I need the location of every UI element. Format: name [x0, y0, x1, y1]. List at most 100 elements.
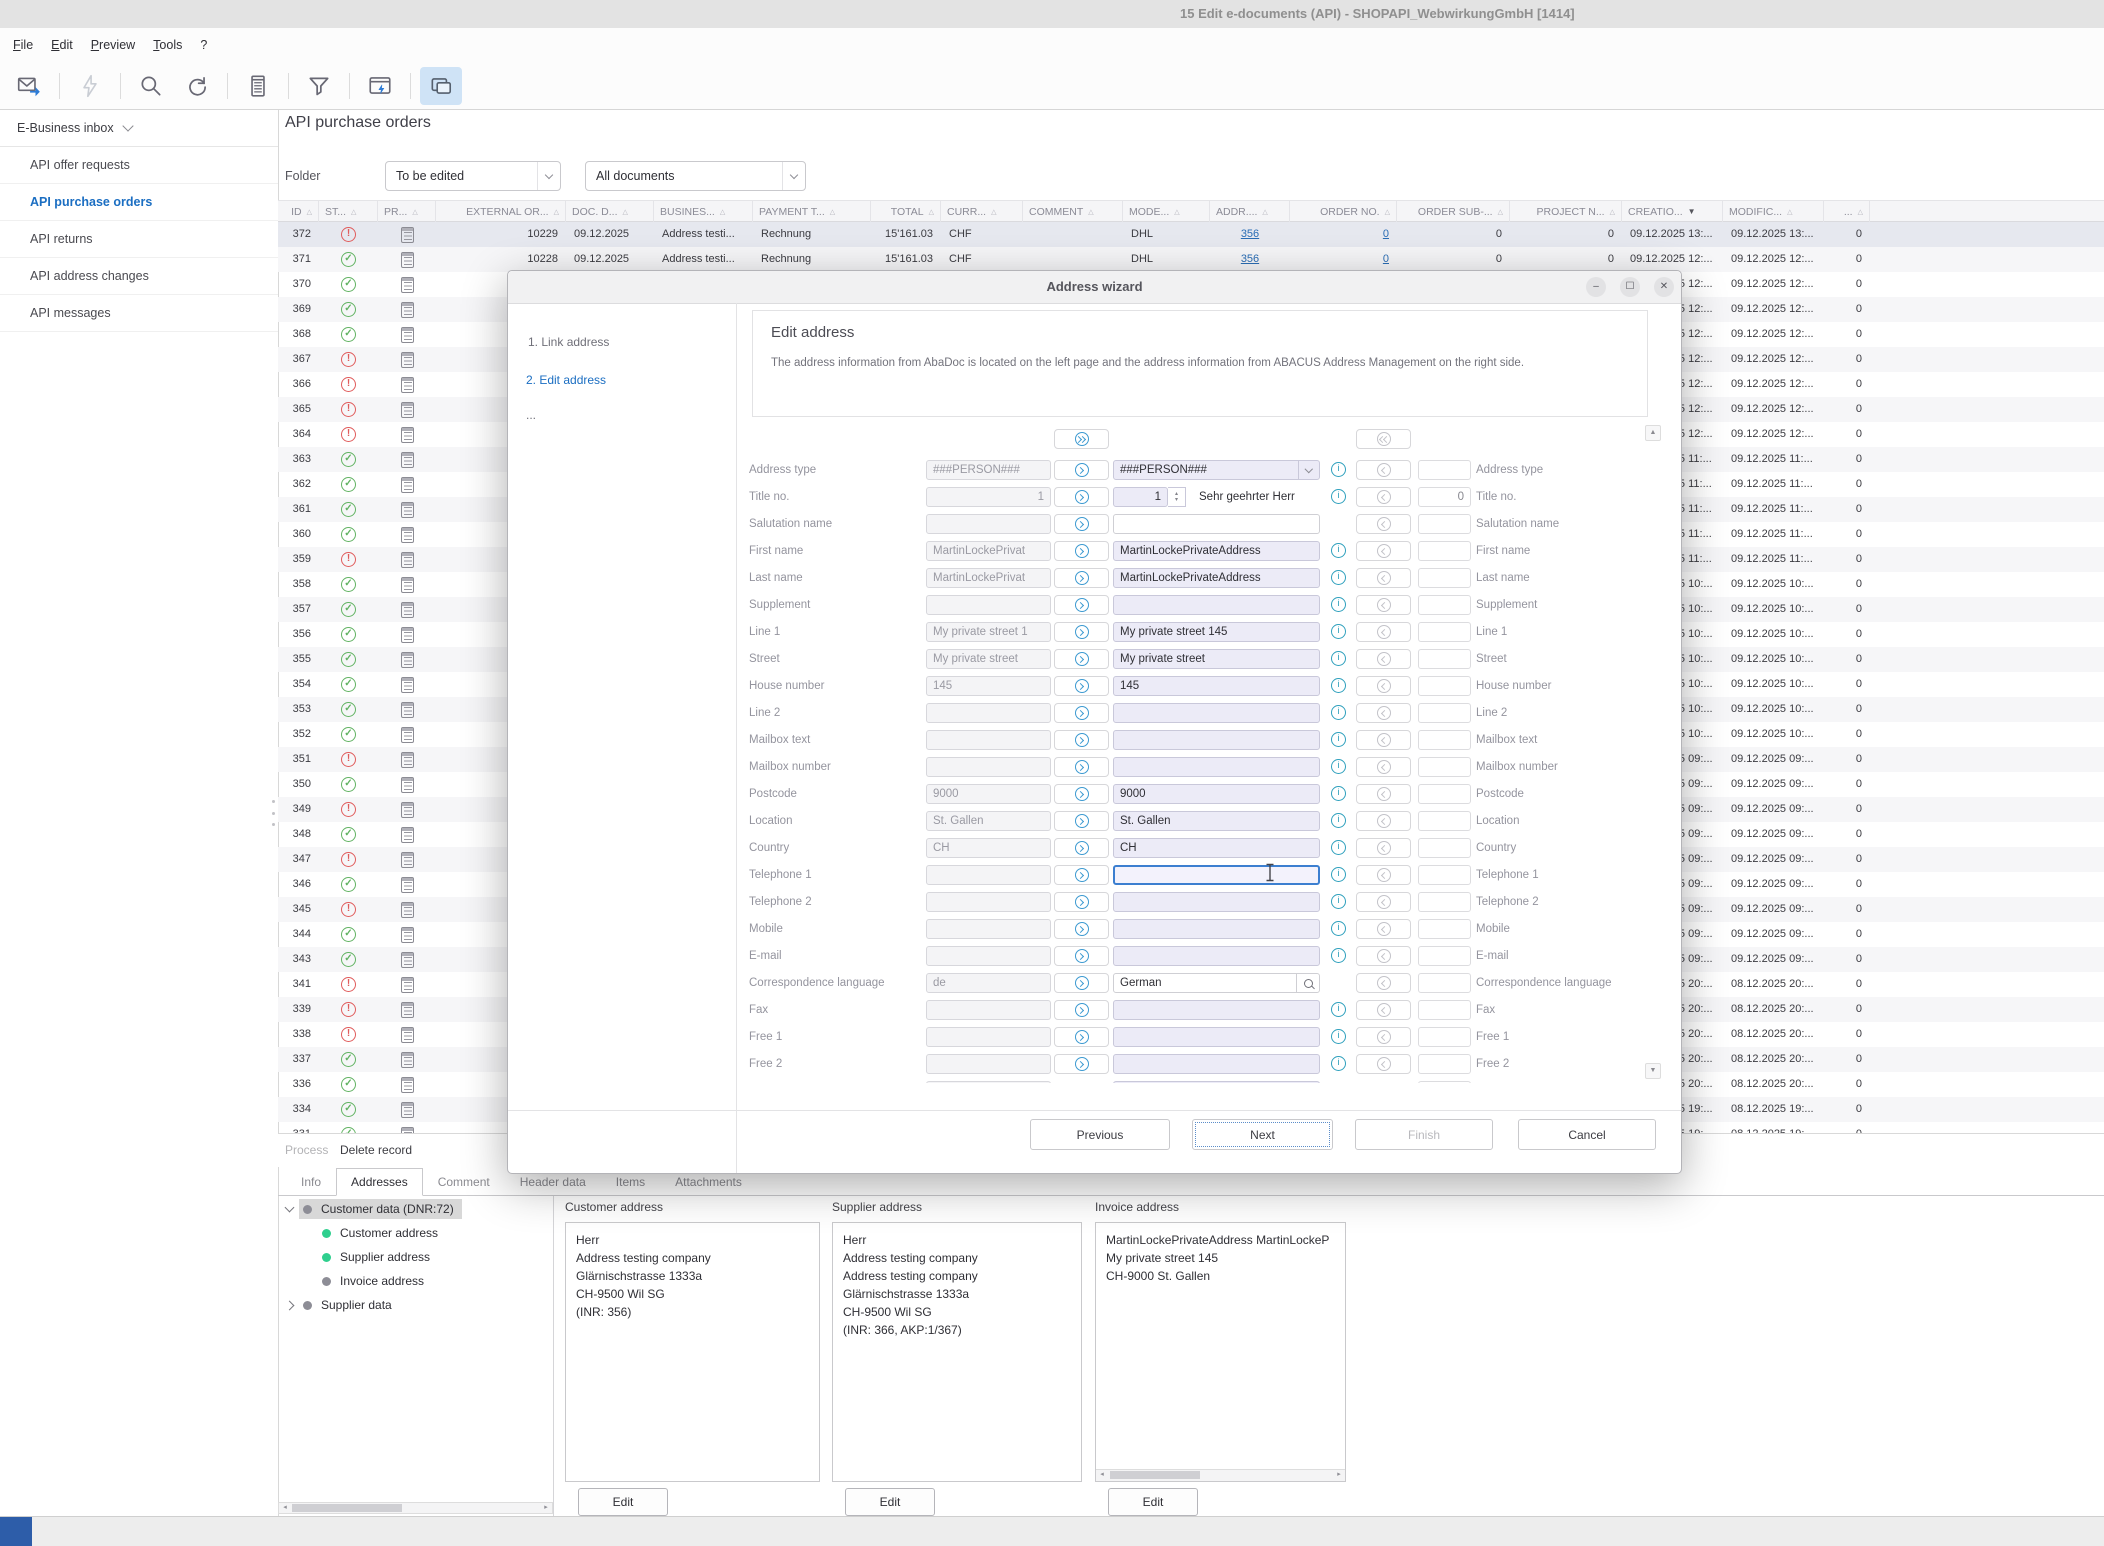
column-header-currency[interactable]: CURR...△ — [941, 201, 1023, 222]
cell-order_no[interactable]: 0 — [1290, 222, 1397, 247]
info-icon[interactable]: i — [1331, 732, 1346, 747]
send-mail-button[interactable] — [8, 67, 50, 105]
transfer-left-button[interactable] — [1356, 892, 1411, 912]
scroll-right-icon[interactable]: ▸ — [1333, 1470, 1345, 1480]
mapping-telephone-1-field[interactable] — [1418, 865, 1471, 885]
column-header-business[interactable]: BUSINES...△ — [654, 201, 753, 222]
info-icon[interactable]: i — [1331, 651, 1346, 666]
table-row-372[interactable]: 372!1022909.12.2025Address testi...Rechn… — [278, 222, 2104, 247]
edit-supplier-address-button[interactable]: Edit — [845, 1488, 935, 1516]
abadoc-telephone-1-field[interactable] — [926, 865, 1051, 885]
transfer-left-button[interactable] — [1356, 487, 1411, 507]
info-icon[interactable]: i — [1331, 813, 1346, 828]
search-button[interactable] — [130, 67, 172, 105]
tree-horizontal-scrollbar[interactable]: ◂ ▸ — [278, 1502, 553, 1514]
transfer-left-button[interactable] — [1356, 838, 1411, 858]
abadoc-mobile-field[interactable] — [926, 919, 1051, 939]
abacus-country-field[interactable]: CH — [1113, 838, 1320, 858]
abacus-house-number-field[interactable]: 145 — [1113, 676, 1320, 696]
column-header-order_no[interactable]: ORDER NO.△ — [1290, 201, 1397, 222]
search-icon[interactable] — [1296, 974, 1319, 992]
sidebar-item-api-offer-requests[interactable]: API offer requests — [0, 147, 278, 184]
scroll-down-button[interactable]: ▼ — [1645, 1063, 1661, 1079]
abadoc-free-2-field[interactable] — [926, 1054, 1051, 1074]
abadoc-address-type-field[interactable]: ###PERSON### — [926, 460, 1051, 480]
mapping-first-name-field[interactable] — [1418, 541, 1471, 561]
scroll-right-icon[interactable]: ▸ — [540, 1503, 552, 1513]
tree-item-customer-address[interactable]: Customer address — [298, 1222, 446, 1244]
column-header-status[interactable]: ST...△ — [319, 201, 378, 222]
tab-info[interactable]: Info — [286, 1168, 336, 1196]
abacus-e-mail-field[interactable] — [1113, 946, 1320, 966]
mapping-mailbox-text-field[interactable] — [1418, 730, 1471, 750]
mapping-mailbox-number-field[interactable] — [1418, 757, 1471, 777]
dialog-maximize-button[interactable]: ☐ — [1620, 277, 1640, 297]
mapping-line-1-field[interactable] — [1418, 622, 1471, 642]
abacus-telephone-1-field[interactable] — [1113, 865, 1320, 885]
transfer-left-button[interactable] — [1356, 919, 1411, 939]
menu-item-preview[interactable]: Preview — [82, 33, 144, 57]
column-header-mode[interactable]: MODE...△ — [1123, 201, 1210, 222]
transfer-right-button[interactable] — [1054, 892, 1109, 912]
sidebar-item-api-returns[interactable]: API returns — [0, 221, 278, 258]
transfer-all-left-button[interactable] — [1356, 429, 1411, 449]
transfer-left-button[interactable] — [1356, 541, 1411, 561]
wizard-step-2-edit-address[interactable]: 2. Edit address — [526, 373, 606, 387]
scroll-left-icon[interactable]: ◂ — [279, 1503, 291, 1513]
transfer-left-button[interactable] — [1356, 676, 1411, 696]
abacus-line-2-field[interactable] — [1113, 703, 1320, 723]
transfer-right-button[interactable] — [1054, 568, 1109, 588]
chevron-down-icon[interactable] — [1298, 461, 1319, 479]
tree-item-invoice-address[interactable]: Invoice address — [298, 1270, 432, 1292]
next-button[interactable]: Next — [1192, 1119, 1333, 1150]
dialog-minimize-button[interactable]: – — [1586, 277, 1606, 297]
column-header-modified[interactable]: MODIFIC...△ — [1723, 201, 1824, 222]
tree-item-supplier-address[interactable]: Supplier address — [298, 1246, 438, 1268]
abadoc-salutation-name-field[interactable] — [926, 514, 1051, 534]
sidebar-item-api-messages[interactable]: API messages — [0, 295, 278, 332]
info-icon[interactable]: i — [1331, 894, 1346, 909]
transfer-right-button[interactable] — [1054, 1027, 1109, 1047]
tree-item-supplier-data[interactable]: Supplier data — [278, 1294, 400, 1316]
transfer-right-button[interactable] — [1054, 811, 1109, 831]
abadoc-free-1-field[interactable] — [926, 1027, 1051, 1047]
info-icon[interactable]: i — [1331, 705, 1346, 720]
abadoc-title-no-field[interactable]: 1 — [926, 487, 1051, 507]
mapping-line-2-field[interactable] — [1418, 703, 1471, 723]
tab-addresses[interactable]: Addresses — [336, 1168, 423, 1196]
abacus-location-field[interactable]: St. Gallen — [1113, 811, 1320, 831]
chevron-right-icon[interactable] — [285, 1300, 295, 1310]
mapping-title-no-field[interactable]: 0 — [1418, 487, 1471, 507]
transfer-left-button[interactable] — [1356, 703, 1411, 723]
info-icon[interactable]: i — [1331, 1002, 1346, 1017]
transfer-right-button[interactable] — [1054, 946, 1109, 966]
abacus-line-1-field[interactable]: My private street 145 — [1113, 622, 1320, 642]
abacus-free-1-field[interactable] — [1113, 1027, 1320, 1047]
cancel-button[interactable]: Cancel — [1518, 1119, 1656, 1150]
window-stack-button[interactable] — [420, 67, 462, 105]
splitter-handle[interactable] — [272, 800, 277, 826]
abadoc-line-1-field[interactable]: My private street 1 — [926, 622, 1051, 642]
transfer-right-button[interactable] — [1054, 595, 1109, 615]
column-header-payment[interactable]: PAYMENT T...△ — [753, 201, 871, 222]
transfer-left-button[interactable] — [1356, 595, 1411, 615]
abadoc-line-2-field[interactable] — [926, 703, 1051, 723]
abacus-street-field[interactable]: My private street — [1113, 649, 1320, 669]
transfer-right-button[interactable] — [1054, 514, 1109, 534]
transfer-right-button[interactable] — [1054, 865, 1109, 885]
mapping-country-field[interactable] — [1418, 838, 1471, 858]
sidebar-item-api-address-changes[interactable]: API address changes — [0, 258, 278, 295]
transfer-right-button[interactable] — [1054, 541, 1109, 561]
abacus-supplement-field[interactable] — [1113, 595, 1320, 615]
abadoc-fax-field[interactable] — [926, 1000, 1051, 1020]
transfer-right-button[interactable] — [1054, 1000, 1109, 1020]
transfer-right-button[interactable] — [1054, 703, 1109, 723]
folder-select[interactable]: To be edited — [385, 161, 561, 191]
column-header-external_order[interactable]: EXTERNAL OR...△ — [436, 201, 566, 222]
abadoc-country-field[interactable]: CH — [926, 838, 1051, 858]
abacus-free-2-field[interactable] — [1113, 1054, 1320, 1074]
mapping-e-mail-field[interactable] — [1418, 946, 1471, 966]
transfer-right-button[interactable] — [1054, 649, 1109, 669]
transfer-left-button[interactable] — [1356, 811, 1411, 831]
info-icon[interactable]: i — [1331, 948, 1346, 963]
